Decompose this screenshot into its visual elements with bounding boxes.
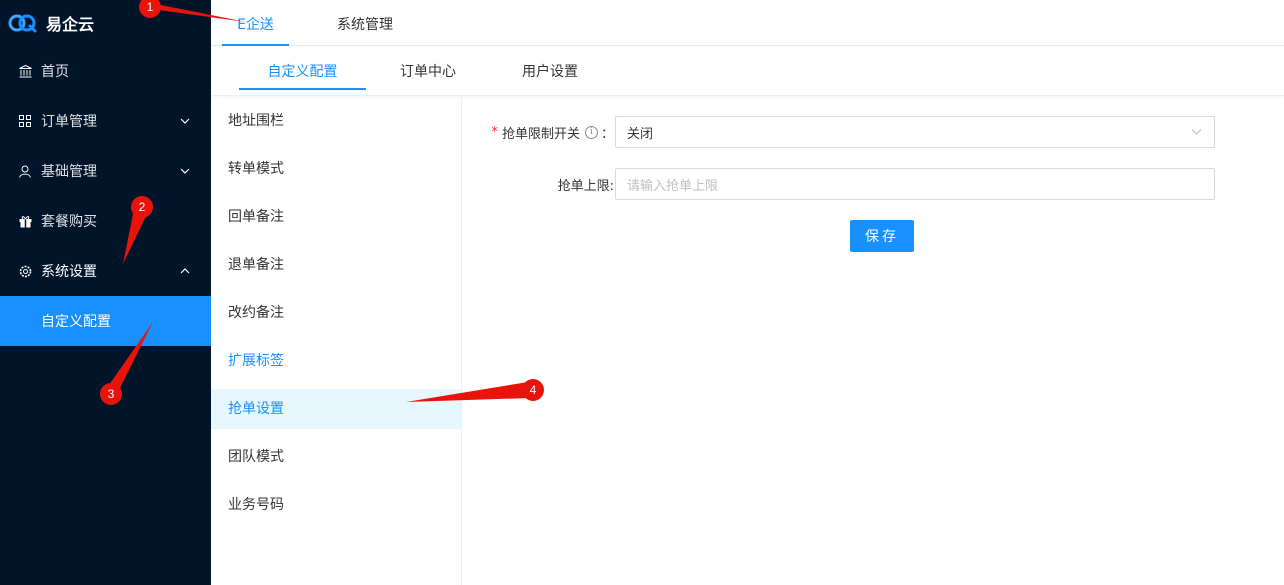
save-button[interactable]: 保存	[850, 220, 914, 252]
sidebar-item-label: 系统设置	[41, 264, 97, 280]
sidebar-item-label: 首页	[41, 64, 69, 80]
tab-label: 自定义配置	[267, 64, 338, 80]
chevron-up-icon	[179, 265, 191, 277]
app-name: 易企云	[46, 15, 95, 34]
sidebar-item-home[interactable]: 首页	[0, 46, 211, 96]
sidebar-item-label: 基础管理	[41, 164, 97, 180]
menu-item-transfer-mode[interactable]: 转单模式	[211, 145, 461, 193]
sidebar-item-package[interactable]: 套餐购买	[0, 196, 211, 246]
menu-item-grab-settings[interactable]: 抢单设置	[211, 389, 461, 429]
sidebar-item-label: 订单管理	[41, 114, 97, 130]
tab-label: 用户设置	[522, 64, 578, 80]
form-row-limit-switch: * 抢单限制开关 i ： 关闭	[462, 116, 1284, 148]
annotation-badge-4: 4	[522, 379, 544, 401]
tab-system-management[interactable]: 系统管理	[327, 0, 403, 46]
menu-item-address-fence[interactable]: 地址围栏	[211, 97, 461, 145]
sidebar-subitem-custom-config[interactable]: 自定义配置	[0, 296, 211, 346]
tab-label: 订单中心	[400, 64, 456, 80]
info-icon[interactable]: i	[584, 125, 598, 139]
tab-label: 系统管理	[337, 17, 393, 33]
annotation-badge-3: 3	[100, 383, 122, 405]
tab-order-center[interactable]: 订单中心	[386, 46, 470, 90]
limit-max-label: 抢单上限:	[558, 175, 614, 194]
tab-user-settings[interactable]: 用户设置	[508, 46, 592, 90]
required-mark: *	[491, 124, 498, 140]
menu-item-team-mode[interactable]: 团队模式	[211, 433, 461, 481]
limit-max-input[interactable]: 请输入抢单上限	[615, 168, 1215, 200]
select-value: 关闭	[627, 126, 654, 142]
menu-item-reschedule-note[interactable]: 改约备注	[211, 289, 461, 337]
tab-custom-config[interactable]: 自定义配置	[239, 46, 366, 90]
sidebar: 易企云 首页 订单管理 基础管理 套餐购买 系统设置 自定义配置	[0, 0, 211, 585]
tab-e-qisong[interactable]: E企送	[222, 0, 289, 46]
settings-menu: 地址围栏 转单模式 回单备注 退单备注 改约备注 扩展标签 抢单设置 团队模式 …	[211, 97, 462, 585]
logo[interactable]: 易企云	[0, 0, 211, 46]
grid-icon	[18, 114, 32, 128]
label-text: 抢单限制开关	[501, 126, 580, 142]
menu-item-refund-note[interactable]: 退单备注	[211, 241, 461, 289]
top-tab-bar: E企送 系统管理	[211, 0, 1284, 46]
label-colon: ：	[600, 126, 614, 142]
label-text: 抢单上限:	[557, 178, 614, 194]
limit-switch-label: * 抢单限制开关 i ：	[491, 123, 614, 142]
sidebar-item-label: 套餐购买	[41, 214, 97, 230]
sidebar-item-orders[interactable]: 订单管理	[0, 96, 211, 146]
limit-switch-select[interactable]: 关闭	[615, 116, 1215, 148]
chevron-down-icon	[179, 165, 191, 177]
sidebar-item-basic[interactable]: 基础管理	[0, 146, 211, 196]
grab-settings-form: * 抢单限制开关 i ： 关闭 抢单上限: 请输入抢单上限 保存	[462, 97, 1284, 585]
input-placeholder: 请输入抢单上限	[627, 178, 719, 194]
chevron-down-icon	[179, 115, 191, 127]
tab-label: E企送	[237, 17, 274, 33]
logo-icon	[8, 12, 38, 34]
gear-icon	[18, 264, 32, 278]
annotation-badge-2: 2	[131, 196, 153, 218]
gift-icon	[18, 214, 32, 228]
user-icon	[18, 164, 32, 178]
menu-item-receipt-note[interactable]: 回单备注	[211, 193, 461, 241]
sidebar-item-system-settings[interactable]: 系统设置	[0, 246, 211, 296]
bank-icon	[18, 64, 32, 78]
chevron-down-icon	[1191, 125, 1202, 140]
menu-item-extended-tags[interactable]: 扩展标签	[211, 337, 461, 385]
form-row-limit-max: 抢单上限: 请输入抢单上限	[462, 168, 1284, 200]
sidebar-subitem-label: 自定义配置	[41, 314, 111, 330]
sub-tab-bar: 自定义配置 订单中心 用户设置	[211, 46, 1284, 96]
menu-item-business-number[interactable]: 业务号码	[211, 481, 461, 529]
